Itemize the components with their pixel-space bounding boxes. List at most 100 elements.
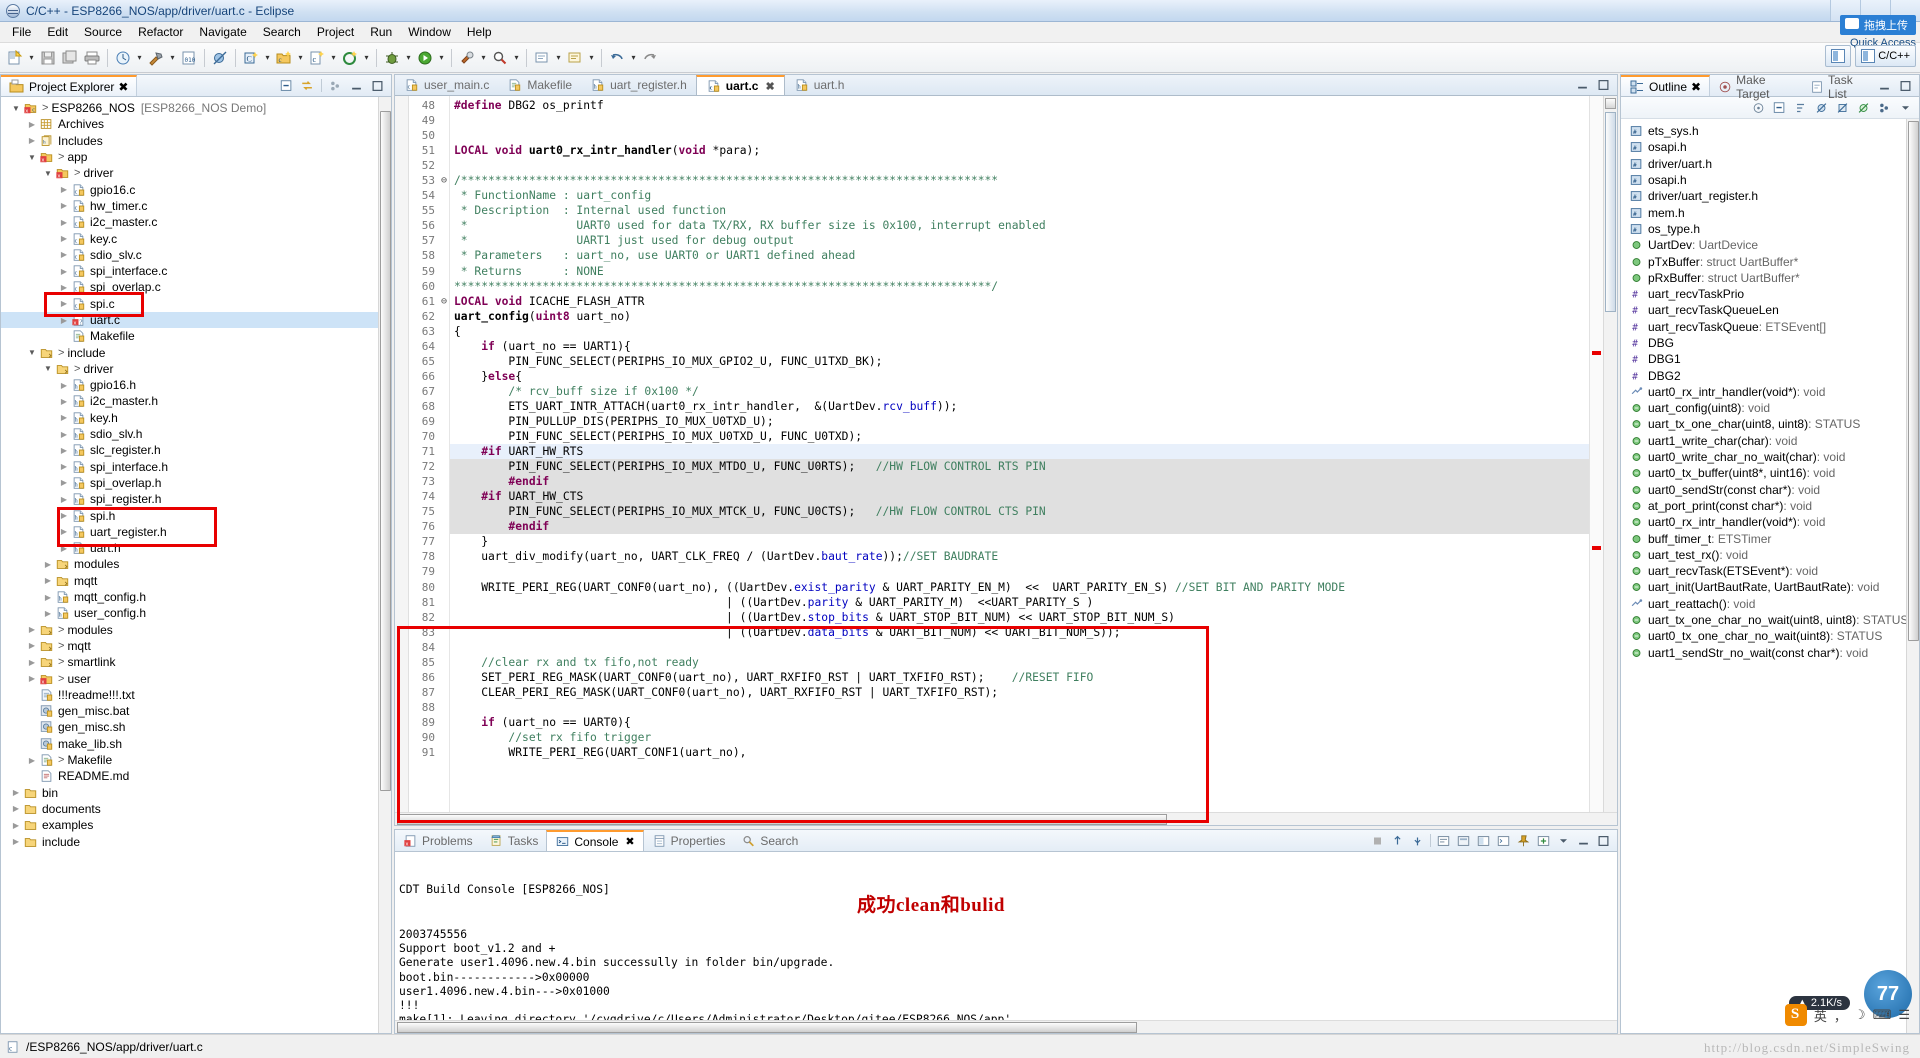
code-line[interactable]: * Returns : NONE [450, 264, 1589, 279]
project-tree[interactable]: ▼ x c > ESP8266_NOS [ESP8266_NOS Demo] ▶ Archiv… [1, 97, 391, 1033]
code-line[interactable]: PIN_FUNC_SELECT(PERIPHS_IO_MUX_MTCK_U, F… [450, 504, 1589, 520]
tab-project-explorer[interactable]: Project Explorer ✖ [1, 75, 138, 96]
external-tools-button[interactable] [457, 47, 477, 69]
code-line[interactable]: PIN_FUNC_SELECT(PERIPHS_IO_MUX_GPIO2_U, … [450, 354, 1589, 369]
editor-horizontal-scrollbar[interactable] [395, 812, 1617, 825]
new-console-icon[interactable] [1536, 834, 1551, 848]
tree-item-includes[interactable]: ▶ h Includes [1, 133, 391, 149]
binary-view-button[interactable]: 010 [179, 47, 199, 69]
outline-item[interactable]: uart0_tx_one_char_no_wait(uint8) : STATU… [1621, 628, 1919, 644]
code-line[interactable] [450, 640, 1589, 655]
console-tab-tasks[interactable]: Tasks [481, 830, 547, 851]
code-line[interactable]: }else{ [450, 369, 1589, 384]
tree-item-slc-register-h[interactable]: ▶ h slc_register.h [1, 442, 391, 458]
tree-item-key-c[interactable]: ▶ c key.c [1, 230, 391, 246]
code-line[interactable]: | ((UartDev.stop_bits & UART_STOP_BIT_NU… [450, 610, 1589, 625]
menu-navigate[interactable]: Navigate [191, 23, 254, 41]
outline-item[interactable]: pRxBuffer : struct UartBuffer* [1621, 270, 1919, 286]
menu-run[interactable]: Run [362, 23, 400, 41]
outline-item[interactable]: # DBG [1621, 335, 1919, 351]
code-line[interactable]: | ((UartDev.data_bits & UART_BIT_NUM) <<… [450, 625, 1589, 640]
tree-item-modules[interactable]: ▶ modules [1, 556, 391, 572]
previous-annotation-dropdown-icon[interactable]: ▾ [586, 47, 597, 69]
outline-item[interactable]: # os_type.h [1621, 221, 1919, 237]
tree-item-spi-register-h[interactable]: ▶ h spi_register.h [1, 491, 391, 507]
tree-item-spi-interface-h[interactable]: ▶ h spi_interface.h [1, 459, 391, 475]
hide-fields-icon[interactable] [1814, 101, 1829, 115]
code-line[interactable] [450, 158, 1589, 173]
menu-edit[interactable]: Edit [39, 23, 76, 41]
code-line[interactable]: //clear rx and tx fifo,not ready [450, 655, 1589, 670]
search-dropdown-icon[interactable]: ▾ [511, 47, 522, 69]
code-line[interactable]: * Parameters : uart_no, use UART0 or UAR… [450, 248, 1589, 263]
outline-item[interactable]: uart_test_rx() : void [1621, 547, 1919, 563]
outline-item[interactable]: uart_config(uint8) : void [1621, 400, 1919, 416]
expand-arrow-right-icon[interactable]: ▶ [27, 136, 37, 146]
tree-item-driver[interactable]: ▼ > driver [1, 361, 391, 377]
expand-arrow-right-icon[interactable]: ▶ [59, 429, 69, 439]
tree-item-gpio16-c[interactable]: ▶ c gpio16.c [1, 181, 391, 197]
tree-item-include[interactable]: ▼ > include [1, 344, 391, 360]
tree-item-smartlink[interactable]: ▶ > smartlink [1, 654, 391, 670]
collapse-all-icon[interactable] [279, 79, 294, 93]
code-line[interactable]: } [450, 534, 1589, 549]
tree-item-hw-timer-c[interactable]: ▶ c hw_timer.c [1, 198, 391, 214]
expand-arrow-right-icon[interactable]: ▶ [59, 543, 69, 553]
outline-tabrow[interactable]: Outline ✖ Make Target Task List [1621, 73, 1919, 101]
project-tree-scrollbar[interactable] [378, 97, 391, 1033]
tree-item--readme-txt[interactable]: !!!readme!!!.txt [1, 687, 391, 703]
expand-arrow-right-icon[interactable]: ▶ [43, 592, 53, 602]
tree-item-bin[interactable]: ▶ bin [1, 784, 391, 800]
maximize-console-icon[interactable] [1596, 834, 1611, 848]
tree-item-include[interactable]: ▶ include [1, 833, 391, 849]
expand-arrow-right-icon[interactable]: ▶ [59, 250, 69, 260]
console-toolbar[interactable] [1370, 830, 1617, 851]
project-explorer-toolbar[interactable] [279, 75, 391, 96]
debug-button[interactable] [382, 47, 402, 69]
expand-arrow-right-icon[interactable]: ▶ [59, 511, 69, 521]
outline-item[interactable]: uart0_rx_intr_handler(void*) : void [1621, 384, 1919, 400]
terminate-icon[interactable] [1370, 834, 1385, 848]
new-c-project-button[interactable]: c [274, 47, 294, 69]
console-tab-properties[interactable]: Properties [644, 830, 734, 851]
tree-item-readme-md[interactable]: README.md [1, 768, 391, 784]
scroll-lock-icon[interactable] [1390, 834, 1405, 848]
tree-item-user[interactable]: ▶ x > user [1, 670, 391, 686]
hammer-build-button[interactable] [146, 47, 166, 69]
main-toolbar[interactable]: ▾ ▾ ▾ 010 C ▾ c ▾ c ▾ ▾ ▾ ▾ ▾ ▾ ▾ ▾ ▾ 拖拽… [0, 15, 1920, 73]
tree-item-i2c-master-h[interactable]: ▶ h i2c_master.h [1, 393, 391, 409]
expand-arrow-right-icon[interactable]: ▶ [59, 413, 69, 423]
expand-arrow-right-icon[interactable]: ▶ [59, 315, 69, 325]
tree-item-mqtt-config-h[interactable]: ▶ h mqtt_config.h [1, 589, 391, 605]
expand-arrow-right-icon[interactable]: ▶ [27, 119, 37, 129]
expand-arrow-right-icon[interactable]: ▶ [43, 576, 53, 586]
fold-toggle-icon[interactable]: ⊖ [439, 173, 449, 188]
editor-tab-uart-register-h[interactable]: h uart_register.h [581, 75, 696, 95]
code-line[interactable]: WRITE_PERI_REG(UART_CONF0(uart_no), ((Ua… [450, 580, 1589, 595]
tree-item-makefile[interactable]: Makefile [1, 328, 391, 344]
outline-item[interactable]: # uart_recvTaskQueue : ETSEvent[] [1621, 319, 1919, 335]
tree-item-gen-misc-sh[interactable]: gen_misc.sh [1, 719, 391, 735]
expand-arrow-right-icon[interactable]: ▶ [59, 396, 69, 406]
fold-toggle-icon[interactable]: ⊖ [439, 294, 449, 309]
hide-static-icon[interactable] [1835, 101, 1850, 115]
code-line[interactable]: PIN_FUNC_SELECT(PERIPHS_IO_MUX_U0TXD_U, … [450, 429, 1589, 444]
tree-item-sdio-slv-c[interactable]: ▶ c sdio_slv.c [1, 247, 391, 263]
new-c-project-dropdown-icon[interactable]: ▾ [295, 47, 306, 69]
code-line[interactable]: uart_config(uint8 uart_no) [450, 309, 1589, 324]
upload-badge[interactable]: 拖拽上传 [1840, 15, 1916, 35]
code-line[interactable]: * UART1 just used for debug output [450, 233, 1589, 248]
print-button[interactable] [82, 47, 102, 69]
outline-item[interactable]: uart_init(UartBautRate, UartBautRate) : … [1621, 579, 1919, 595]
tree-item-spi-c[interactable]: ▶ c spi.c [1, 296, 391, 312]
expand-arrow-right-icon[interactable]: ▶ [11, 788, 21, 798]
outline-toolbar[interactable] [1877, 75, 1919, 96]
outline-scroll-thumb[interactable] [1908, 121, 1919, 641]
code-line[interactable]: /***************************************… [450, 173, 1589, 188]
console-tab-search[interactable]: Search [733, 830, 806, 851]
code-line[interactable] [450, 564, 1589, 579]
minimize-editor-icon[interactable] [1575, 78, 1590, 92]
tree-item-spi-h[interactable]: ▶ h spi.h [1, 507, 391, 523]
tree-item-documents[interactable]: ▶ documents [1, 801, 391, 817]
build-all-button[interactable] [113, 47, 133, 69]
